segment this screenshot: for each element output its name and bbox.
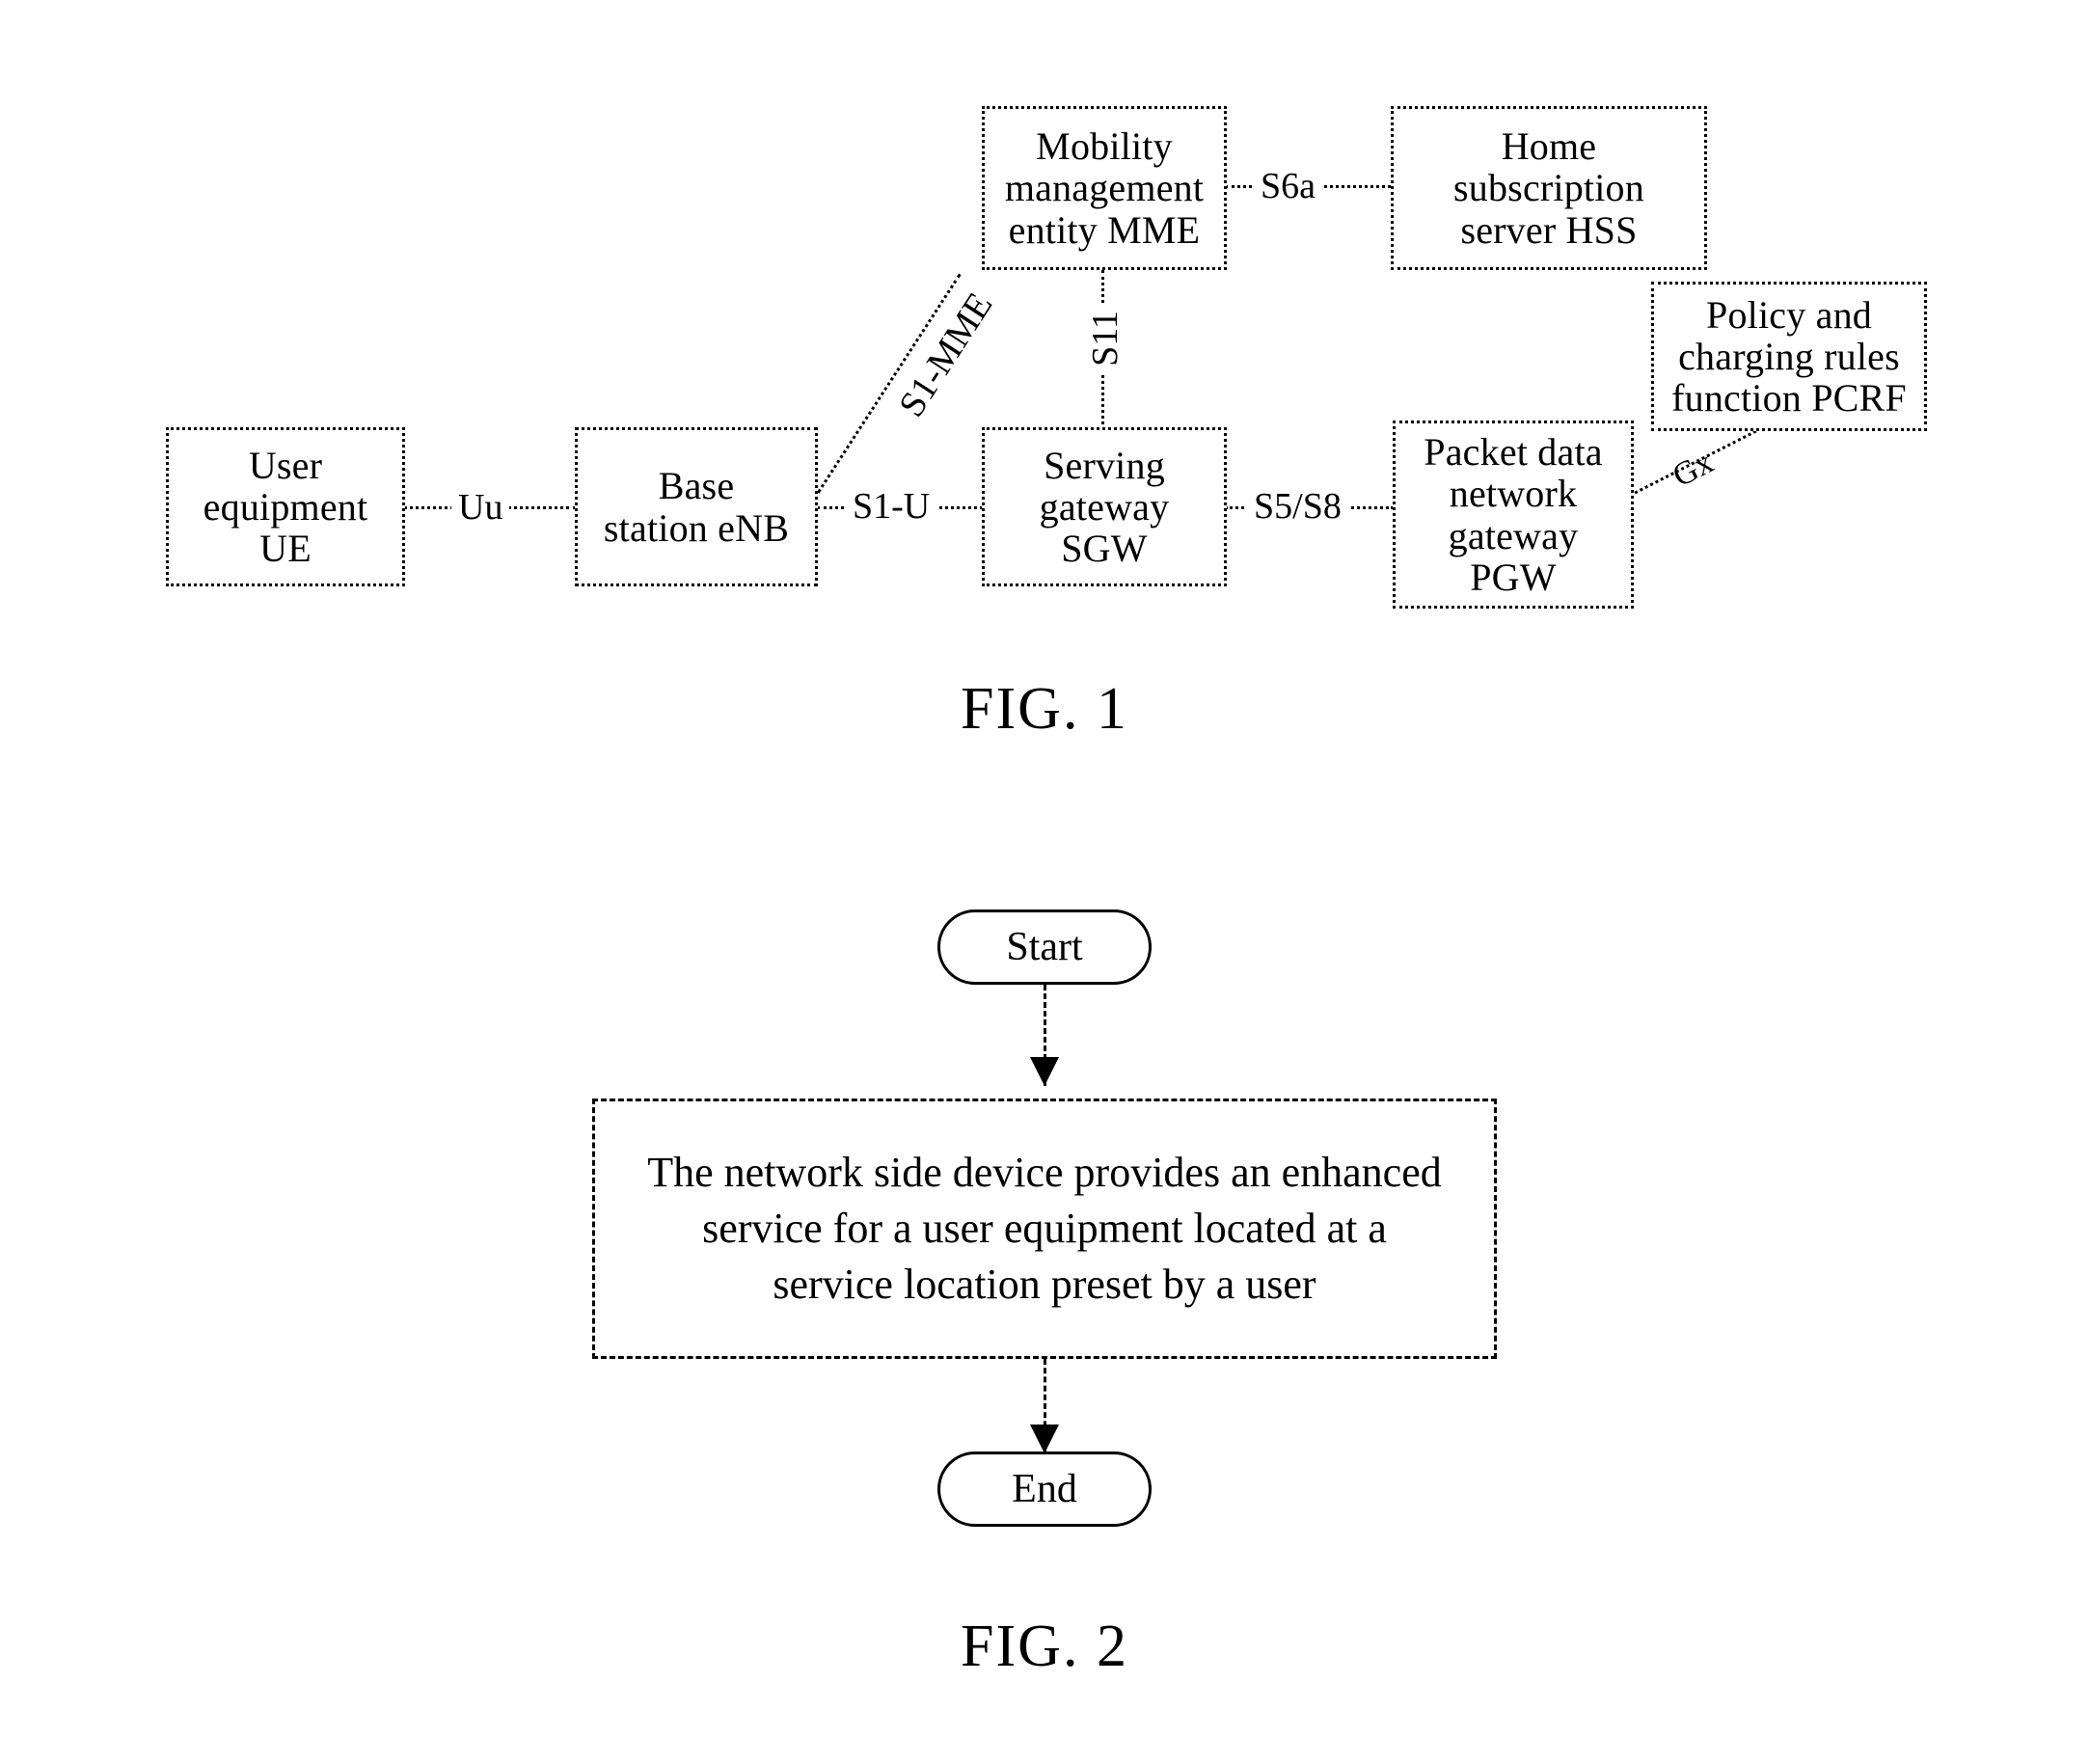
interface-label-s5s8: S5/S8 xyxy=(1247,486,1348,527)
node-label-pgw: Packet data network gateway PGW xyxy=(1424,430,1603,599)
figure-2-caption: FIG. 2 xyxy=(961,1614,1128,1679)
node-label-mme: Mobility management entity MME xyxy=(1004,124,1205,252)
node-label-enb: Base station eNB xyxy=(603,464,790,550)
node-mobility-management-entity-mme: Mobility management entity MME xyxy=(982,106,1227,270)
interface-label-uu: Uu xyxy=(451,487,510,528)
node-user-equipment-ue: User equipment UE xyxy=(166,427,405,586)
node-home-subscription-server-hss: Home subscription server HSS xyxy=(1391,106,1707,270)
node-packet-data-network-gateway-pgw: Packet data network gateway PGW xyxy=(1393,421,1634,609)
figure-1-caption: FIG. 1 xyxy=(961,676,1128,742)
node-label-pcrf: Policy and charging rules function PCRF xyxy=(1671,292,1907,421)
flow-arrowhead-process-to-end xyxy=(1030,1425,1059,1453)
flow-label-start: Start xyxy=(1006,925,1083,969)
node-base-station-enb: Base station eNB xyxy=(575,427,818,586)
interface-label-s1u: S1-U xyxy=(846,486,937,527)
interface-label-s11: S11 xyxy=(1084,304,1126,373)
interface-label-s6a: S6a xyxy=(1254,166,1322,206)
flow-label-process: The network side device provides an enha… xyxy=(647,1148,1442,1309)
flow-terminator-start: Start xyxy=(937,909,1152,985)
node-label-sgw: Serving gateway SGW xyxy=(1039,443,1170,571)
patent-figure-sheet: Uu S1-U S5/S8 S6a S1-MME S11 Gx User equ… xyxy=(0,0,2089,1764)
node-serving-gateway-sgw: Serving gateway SGW xyxy=(982,427,1227,586)
flow-arrowhead-start-to-process xyxy=(1030,1057,1059,1086)
node-label-hss: Home subscription server HSS xyxy=(1453,124,1644,252)
flow-label-end: End xyxy=(1012,1467,1077,1511)
node-policy-and-charging-rules-function-pcrf: Policy and charging rules function PCRF xyxy=(1651,282,1927,431)
flow-terminator-end: End xyxy=(937,1452,1152,1527)
node-label-ue: User equipment UE xyxy=(203,443,368,571)
flow-process-step: The network side device provides an enha… xyxy=(592,1099,1497,1359)
